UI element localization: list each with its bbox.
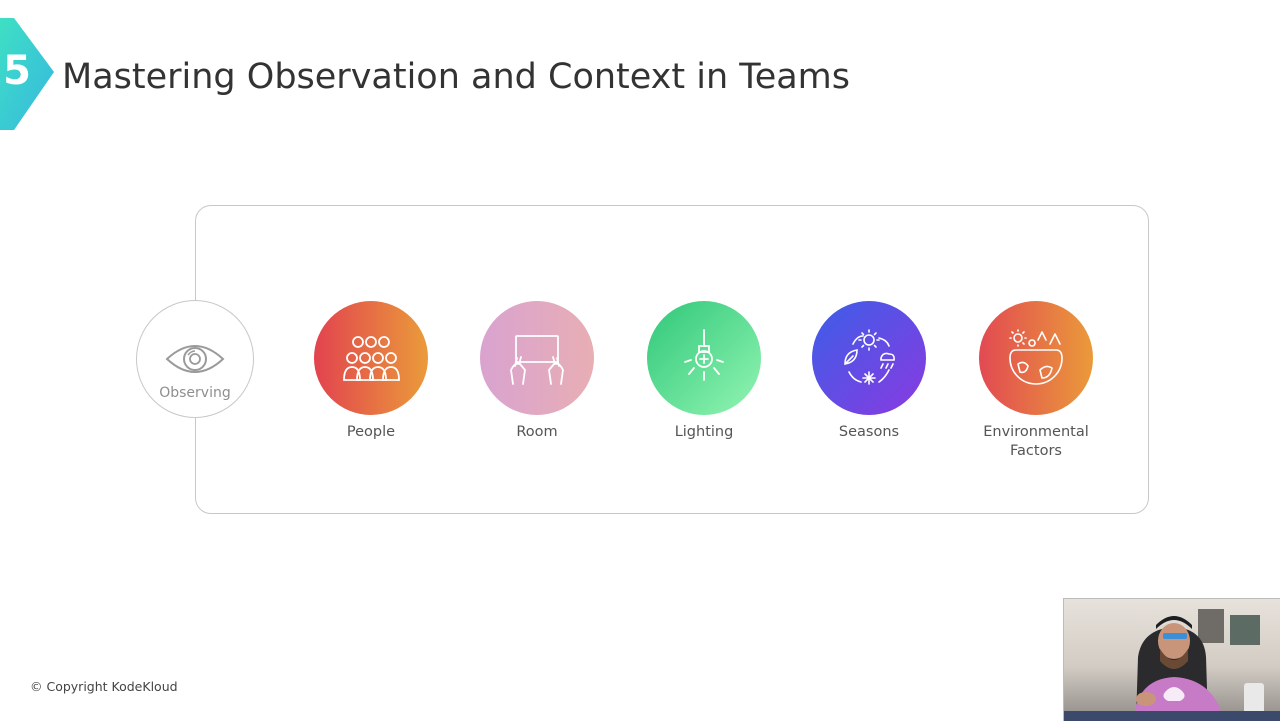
eye-icon [165,345,225,373]
room-hands-icon [510,335,564,385]
factor-label: Lighting [674,424,734,440]
factor-circle [647,301,761,415]
factor-label: Environmental Factors [983,424,1089,459]
factor-circle [480,301,594,415]
light-bulb-icon [684,329,724,381]
factor-label: Seasons [838,424,900,440]
factor-room: Room [467,301,607,442]
factor-circle [812,301,926,415]
earth-environment-icon [1009,329,1063,385]
factor-label: People [346,424,396,440]
page-title: Mastering Observation and Context in Tea… [62,57,851,97]
presenter-video [1063,598,1280,721]
factor-seasons: Seasons [799,301,939,442]
people-group-icon [343,336,400,381]
factor-people: People [301,301,441,442]
factor-circle [314,301,428,415]
observer-node: Observing [136,300,254,418]
factor-environmental: Environmental Factors [966,301,1106,461]
factor-lighting: Lighting [634,301,774,442]
presenter-image [1064,609,1280,721]
factor-label: Room [516,424,558,440]
copyright-text: © Copyright KodeKloud [30,679,178,694]
factor-circle [979,301,1093,415]
section-number: 5 [3,48,31,94]
observer-label: Observing [159,385,231,401]
seasons-weather-icon [844,329,895,385]
